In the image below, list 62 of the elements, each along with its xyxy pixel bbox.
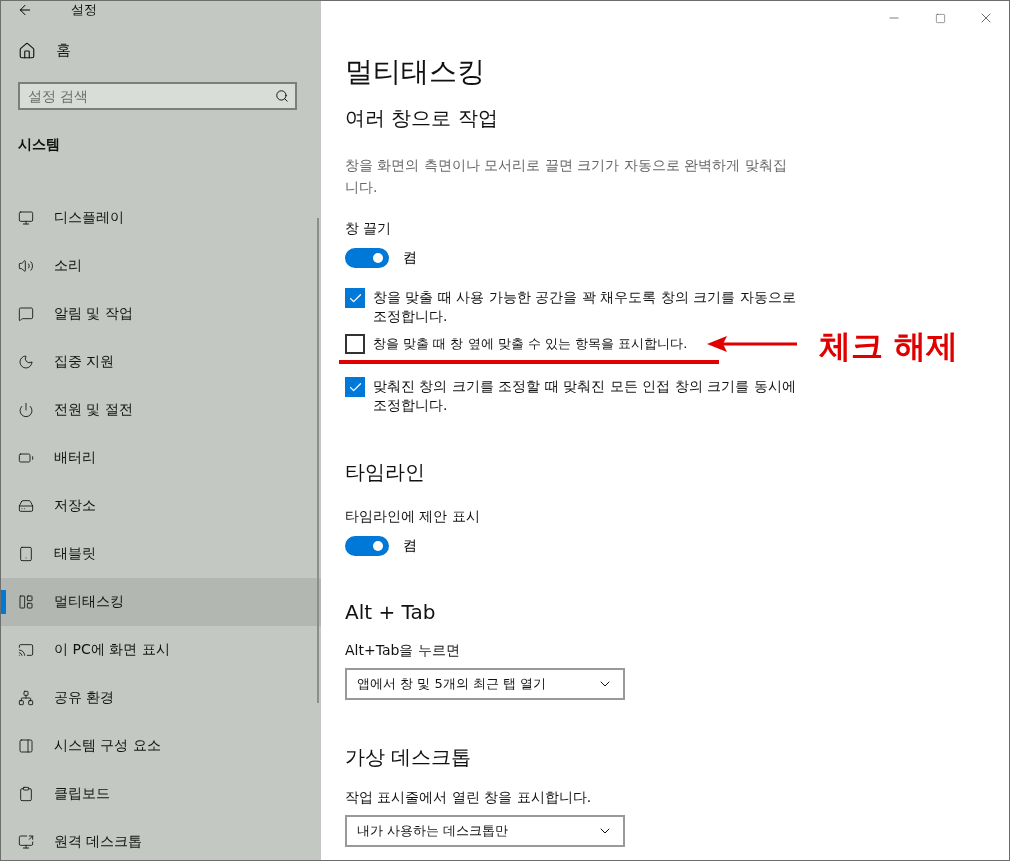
sidebar-item[interactable]: 집중 지원	[1, 338, 321, 386]
nav-icon	[18, 210, 34, 226]
setting-label: 타임라인에 제안 표시	[345, 508, 481, 526]
section-heading: 가상 데스크톱	[345, 744, 473, 771]
sidebar-item[interactable]: 시스템 구성 요소	[1, 722, 321, 770]
toggle-state: 켬	[403, 537, 417, 555]
sidebar-item[interactable]: 원격 데스크톱	[1, 818, 321, 860]
sidebar-item[interactable]: 이 PC에 화면 표시	[1, 626, 321, 674]
back-icon[interactable]	[17, 2, 33, 18]
checkbox-label: 창을 맞출 때 사용 가능한 공간을 꽉 채우도록 창의 크기를 자동으로 조정합니다.	[373, 288, 797, 326]
sidebar-item[interactable]: 알림 및 작업	[1, 290, 321, 338]
nav-icon	[18, 786, 34, 802]
nav-icon	[18, 354, 34, 370]
window-title: 설정	[71, 1, 97, 19]
arrow-icon	[707, 335, 798, 353]
dropdown[interactable]: 내가 사용하는 데스크톱만	[345, 815, 625, 847]
checkbox[interactable]	[345, 334, 365, 354]
sidebar-item[interactable]: 배터리	[1, 434, 321, 482]
setting-label: 창 끌기	[345, 220, 393, 238]
sidebar-item[interactable]: 태블릿	[1, 530, 321, 578]
search-icon	[275, 89, 289, 103]
nav-icon	[18, 642, 34, 658]
nav-icon	[18, 498, 34, 514]
sidebar-item[interactable]: 클립보드	[1, 770, 321, 818]
nav-icon	[18, 402, 34, 418]
page-title: 멀티태스킹	[345, 54, 486, 90]
sidebar-item[interactable]: 저장소	[1, 482, 321, 530]
sidebar-item[interactable]: 소리	[1, 242, 321, 290]
home-link[interactable]: 홈	[1, 19, 321, 60]
checkbox[interactable]	[345, 377, 365, 397]
checkbox[interactable]	[345, 288, 365, 308]
sidebar-item[interactable]: 멀티태스킹	[1, 578, 321, 626]
scrollbar[interactable]	[317, 218, 319, 703]
home-icon	[18, 41, 36, 60]
toggle-switch[interactable]	[345, 248, 389, 268]
sidebar-item[interactable]: 디스플레이	[1, 194, 321, 242]
checkbox-label: 맞춰진 창의 크기를 조정할 때 맞춰진 모든 인접 창의 크기를 동시에 조정합니다.	[373, 377, 797, 415]
nav-icon	[18, 306, 34, 322]
section-heading: 여러 창으로 작업	[345, 105, 499, 132]
annotation-text: 체크 해제	[819, 326, 959, 367]
setting-label: Alt+Tab을 누르면	[345, 642, 461, 660]
section-heading: 타임라인	[345, 459, 426, 486]
nav-icon	[18, 594, 34, 610]
nav-icon	[18, 258, 34, 274]
search-field[interactable]: 설정 검색	[18, 82, 297, 110]
nav-icon	[18, 738, 34, 754]
maximize-icon	[934, 12, 946, 24]
sidebar-item[interactable]: 전원 및 절전	[1, 386, 321, 434]
selection-indicator	[1, 590, 6, 614]
section-title: 시스템	[17, 135, 61, 154]
description-text: 창을 화면의 측면이나 모서리로 끌면 크기가 자동으로 완벽하게 맞춰집니다.	[345, 156, 788, 197]
section-heading: Alt + Tab	[345, 600, 437, 624]
toggle-state: 켬	[403, 249, 417, 267]
setting-label: 작업 표시줄에서 열린 창을 표시합니다.	[345, 789, 593, 807]
nav-icon	[18, 450, 34, 466]
nav-icon	[18, 546, 34, 562]
nav-icon	[18, 690, 34, 706]
toggle-switch[interactable]	[345, 536, 389, 556]
nav-icon	[18, 834, 34, 850]
sidebar-item[interactable]: 공유 환경	[1, 674, 321, 722]
checkbox-label: 창을 맞출 때 창 옆에 맞출 수 있는 항목을 표시합니다.	[373, 335, 688, 353]
dropdown[interactable]: 앱에서 창 및 5개의 최근 탭 열기	[345, 668, 625, 700]
